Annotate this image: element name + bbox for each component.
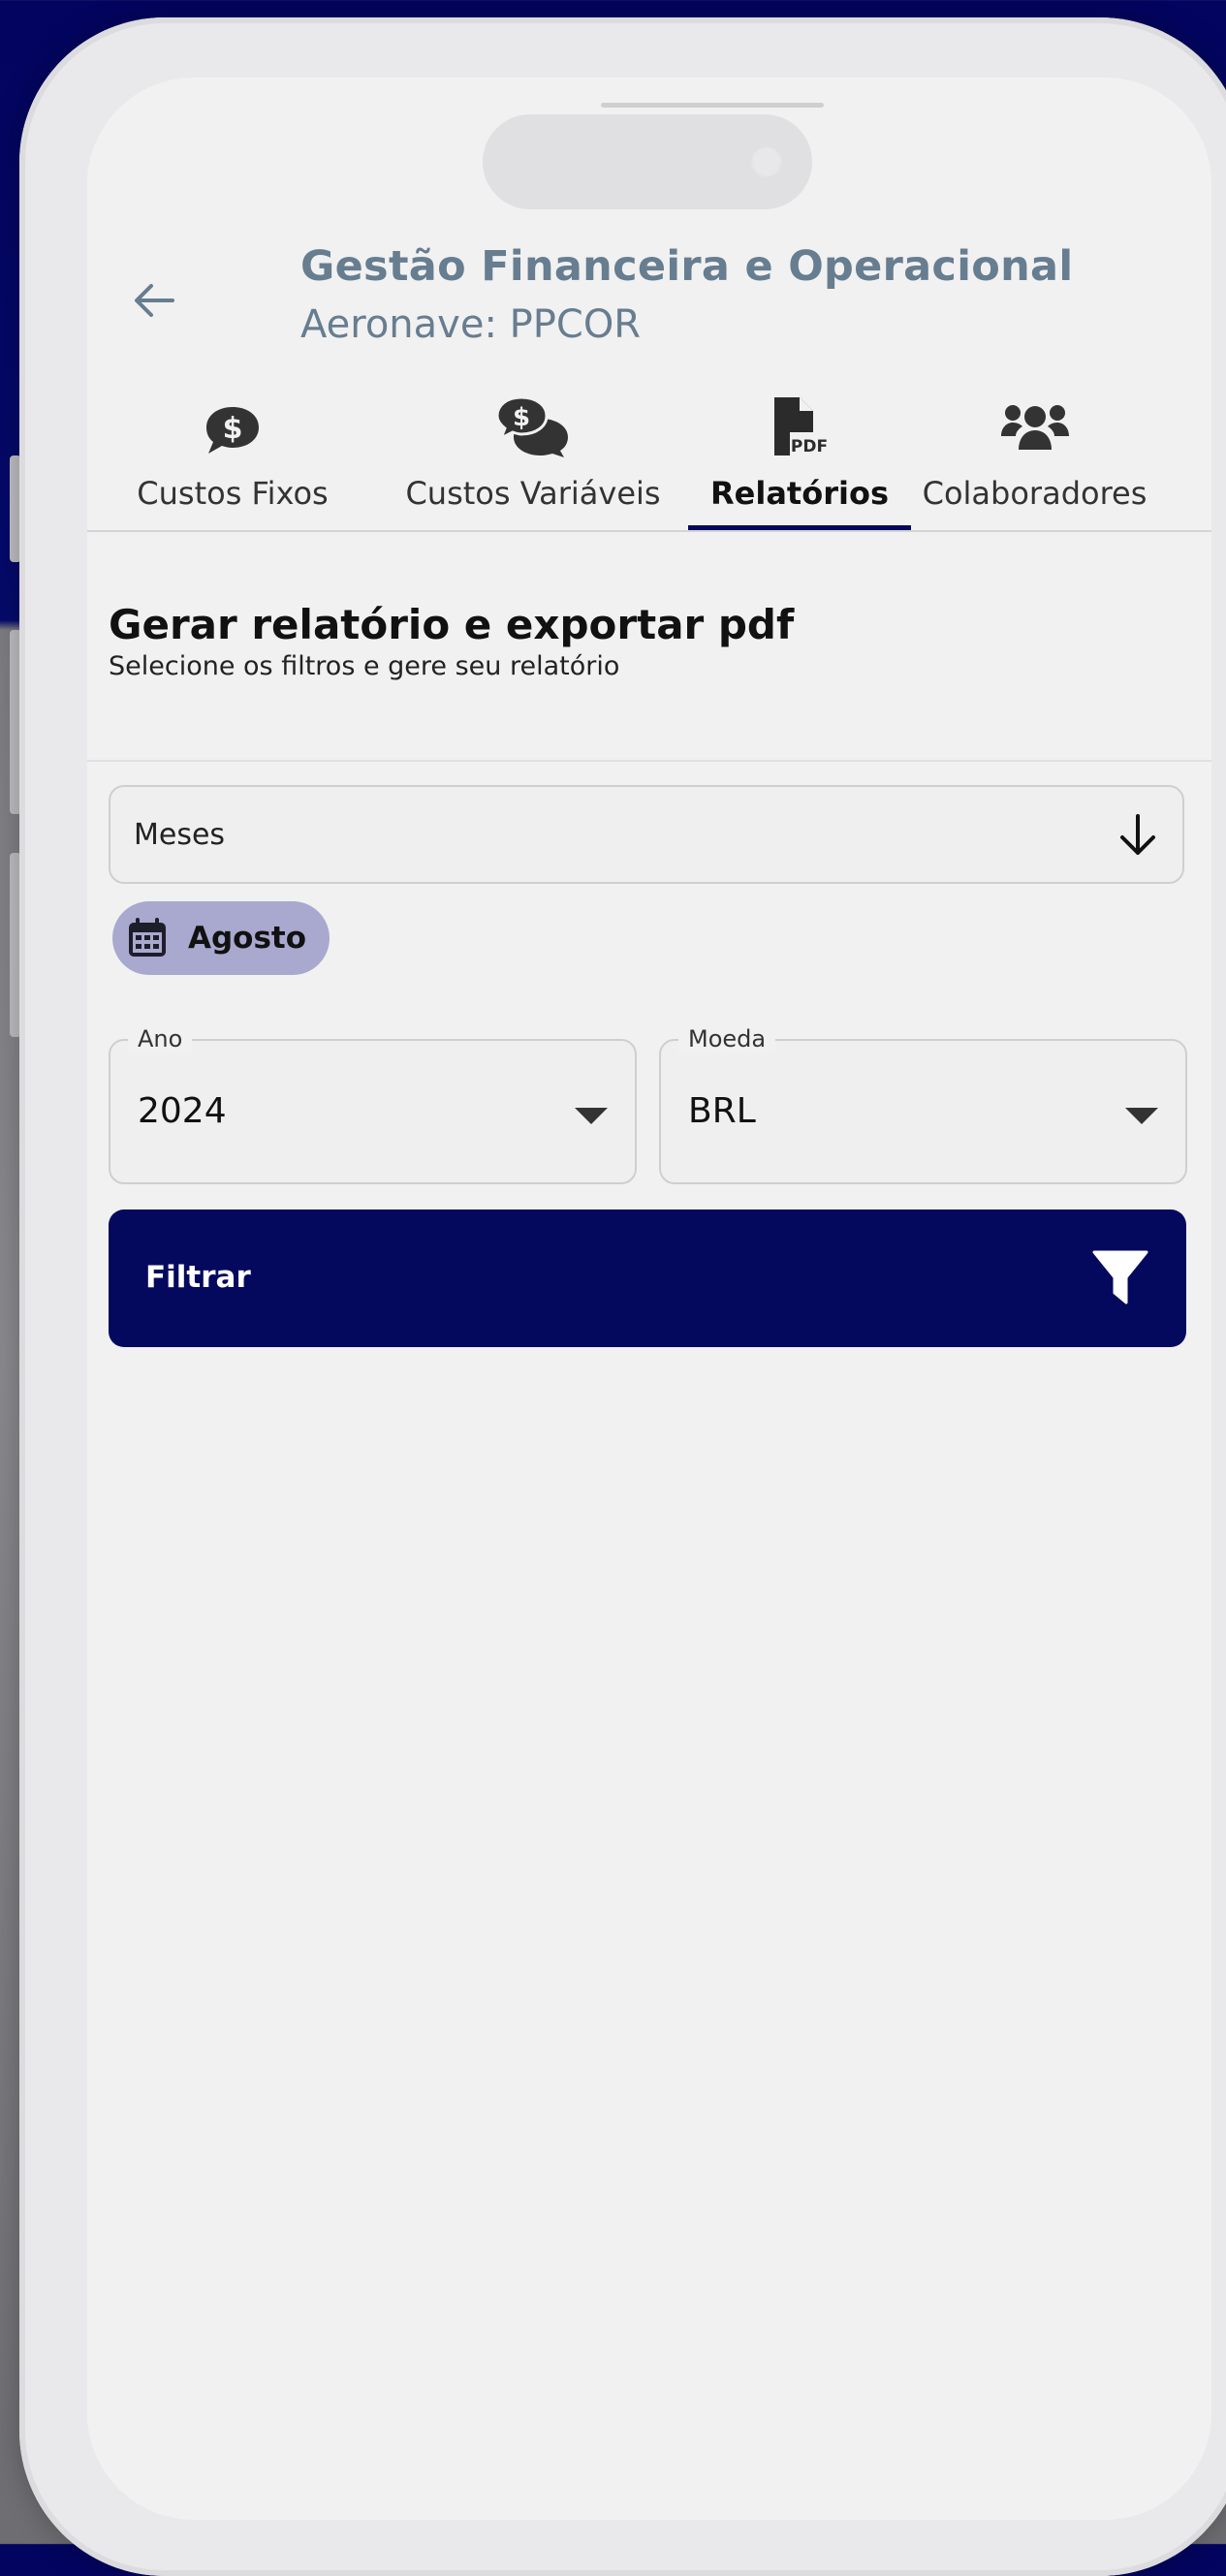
filter-button[interactable]: Filtrar (109, 1209, 1186, 1347)
tab-label: Colaboradores (922, 475, 1147, 512)
tab-label: Custos Variáveis (405, 475, 661, 512)
currency-label: Moeda (678, 1025, 776, 1052)
tab-custos-fixos[interactable]: $ Custos Fixos (87, 380, 378, 554)
page-title: Gestão Financeira e Operacional (300, 242, 1074, 291)
dynamic-island (483, 114, 812, 209)
app-screen: Gestão Financeira e Operacional Aeronave… (87, 78, 1211, 2520)
arrow-left-icon (135, 284, 174, 317)
users-icon (999, 380, 1071, 457)
year-select[interactable]: Ano 2024 (109, 1025, 637, 1184)
aircraft-subtitle: Aeronave: PPCOR (300, 302, 642, 347)
speaker-grille (601, 103, 824, 108)
section-subtitle: Selecione os filtros e gere seu relatóri… (109, 651, 620, 681)
camera-lens (750, 145, 783, 178)
dollar-chats-icon: $ (494, 380, 572, 457)
svg-text:$: $ (513, 403, 530, 432)
svg-text:$: $ (223, 412, 243, 446)
calendar-icon (129, 918, 166, 957)
months-select[interactable]: Meses (109, 785, 1184, 884)
pdf-file-icon: PDF (770, 380, 829, 457)
tab-label: Relatórios (710, 475, 889, 512)
back-button[interactable] (124, 271, 182, 330)
caret-down-icon (1125, 1108, 1158, 1124)
year-label: Ano (128, 1025, 193, 1052)
filter-button-label: Filtrar (145, 1260, 251, 1295)
tab-label: Custos Fixos (137, 475, 329, 512)
currency-select[interactable]: Moeda BRL (659, 1025, 1187, 1184)
tabs-divider (87, 530, 1211, 532)
tab-colaboradores[interactable]: Colaboradores (916, 380, 1153, 554)
funnel-icon (1092, 1250, 1148, 1304)
section-title: Gerar relatório e exportar pdf (109, 601, 795, 648)
selected-month-chip[interactable]: Agosto (112, 901, 330, 975)
dollar-chat-icon: $ (203, 380, 263, 457)
currency-value: BRL (688, 1091, 756, 1131)
arrow-down-icon (1120, 814, 1155, 855)
phone-frame: Gestão Financeira e Operacional Aeronave… (19, 17, 1226, 2576)
section-divider (87, 760, 1211, 762)
year-value: 2024 (138, 1091, 227, 1131)
caret-down-icon (575, 1108, 608, 1124)
months-select-label: Meses (134, 818, 226, 852)
chip-label: Agosto (188, 921, 307, 956)
svg-text:PDF: PDF (791, 437, 828, 456)
tab-custos-variaveis[interactable]: $ Custos Variáveis (383, 380, 683, 554)
